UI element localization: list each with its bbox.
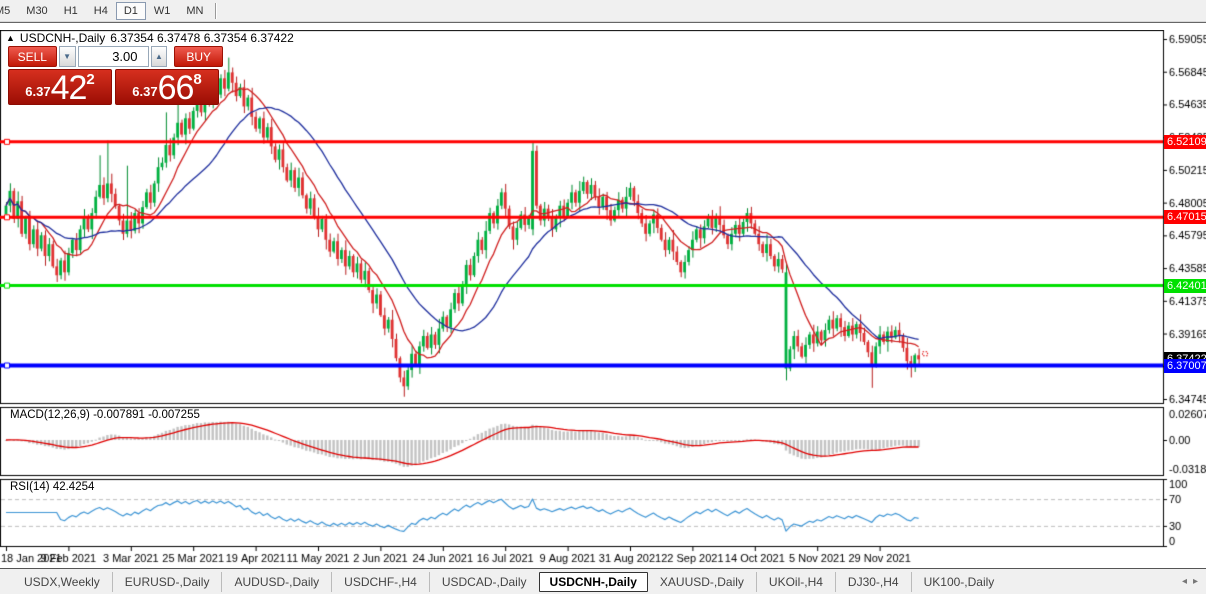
sell-price-pip: 2 — [86, 71, 94, 88]
collapse-panel-icon[interactable]: ▲ — [6, 33, 15, 43]
sell-price-main: 42 — [51, 73, 87, 103]
toolbar-separator — [215, 3, 217, 19]
volume-decrease-button[interactable]: ▼ — [59, 46, 76, 67]
timeframe-button-m5[interactable]: M5 — [0, 2, 18, 20]
rsi-indicator-label: RSI(14) 42.4254 — [10, 481, 94, 493]
price-line-label-3: 6.37007 — [1164, 359, 1206, 373]
chart-tabbar: USDX,Weekly EURUSD-,Daily AUDUSD-,Daily … — [0, 568, 1206, 594]
timeframe-button-h1[interactable]: H1 — [56, 2, 86, 20]
buy-price-pip: 8 — [193, 71, 201, 88]
tab-audusd[interactable]: AUDUSD-,Daily — [221, 572, 331, 592]
chart-canvas[interactable] — [0, 30, 1206, 569]
symbol-name: USDCNH-,Daily — [20, 31, 105, 45]
price-line-label-2: 6.42401 — [1164, 279, 1206, 293]
tab-ukoil[interactable]: UKOil-,H4 — [756, 572, 835, 592]
sell-price-box[interactable]: 6.37422 — [8, 69, 112, 105]
sell-price-prefix: 6.37 — [25, 84, 50, 99]
scroll-tabs-right-icon[interactable]: ▸ — [1193, 576, 1198, 587]
ohlc-readout: 6.37354 6.37478 6.37354 6.37422 — [110, 31, 294, 45]
tab-usdchf[interactable]: USDCHF-,H4 — [331, 572, 429, 592]
tab-eurusd[interactable]: EURUSD-,Daily — [112, 572, 222, 592]
tab-usdcnh-active[interactable]: USDCNH-,Daily — [539, 572, 648, 592]
buy-price-prefix: 6.37 — [132, 84, 157, 99]
sell-button[interactable]: SELL — [8, 46, 57, 67]
tab-xauusd[interactable]: XAUUSD-,Daily — [648, 572, 756, 592]
price-line-label-0: 6.52109 — [1164, 135, 1206, 149]
timeframe-toolbar: M5 M30 H1 H4 D1 W1 MN — [0, 0, 1206, 22]
tab-usdx[interactable]: USDX,Weekly — [12, 572, 112, 592]
buy-price-main: 66 — [158, 73, 194, 103]
timeframe-button-m30[interactable]: M30 — [18, 2, 55, 20]
volume-increase-button[interactable]: ▲ — [151, 46, 168, 67]
buy-price-box[interactable]: 6.37668 — [115, 69, 219, 105]
timeframe-button-w1[interactable]: W1 — [146, 2, 179, 20]
timeframe-button-mn[interactable]: MN — [178, 2, 211, 20]
price-line-label-1: 6.47015 — [1164, 210, 1206, 224]
tab-uk100[interactable]: UK100-,Daily — [911, 572, 1007, 592]
buy-button[interactable]: BUY — [174, 46, 223, 67]
chart-window: ▲ USDCNH-,Daily 6.37354 6.37478 6.37354 … — [0, 22, 1206, 568]
tab-usdcad[interactable]: USDCAD-,Daily — [429, 572, 539, 592]
volume-input[interactable] — [78, 46, 149, 67]
tab-dj30[interactable]: DJ30-,H4 — [835, 572, 911, 592]
timeframe-button-d1[interactable]: D1 — [116, 2, 146, 20]
scroll-tabs-left-icon[interactable]: ◂ — [1182, 576, 1187, 587]
timeframe-button-h4[interactable]: H4 — [86, 2, 116, 20]
macd-indicator-label: MACD(12,26,9) -0.007891 -0.007255 — [10, 409, 200, 421]
one-click-trade-panel: SELL ▼ ▲ BUY 6.37422 6.37668 — [8, 46, 223, 105]
chart-title: ▲ USDCNH-,Daily 6.37354 6.37478 6.37354 … — [6, 31, 294, 45]
